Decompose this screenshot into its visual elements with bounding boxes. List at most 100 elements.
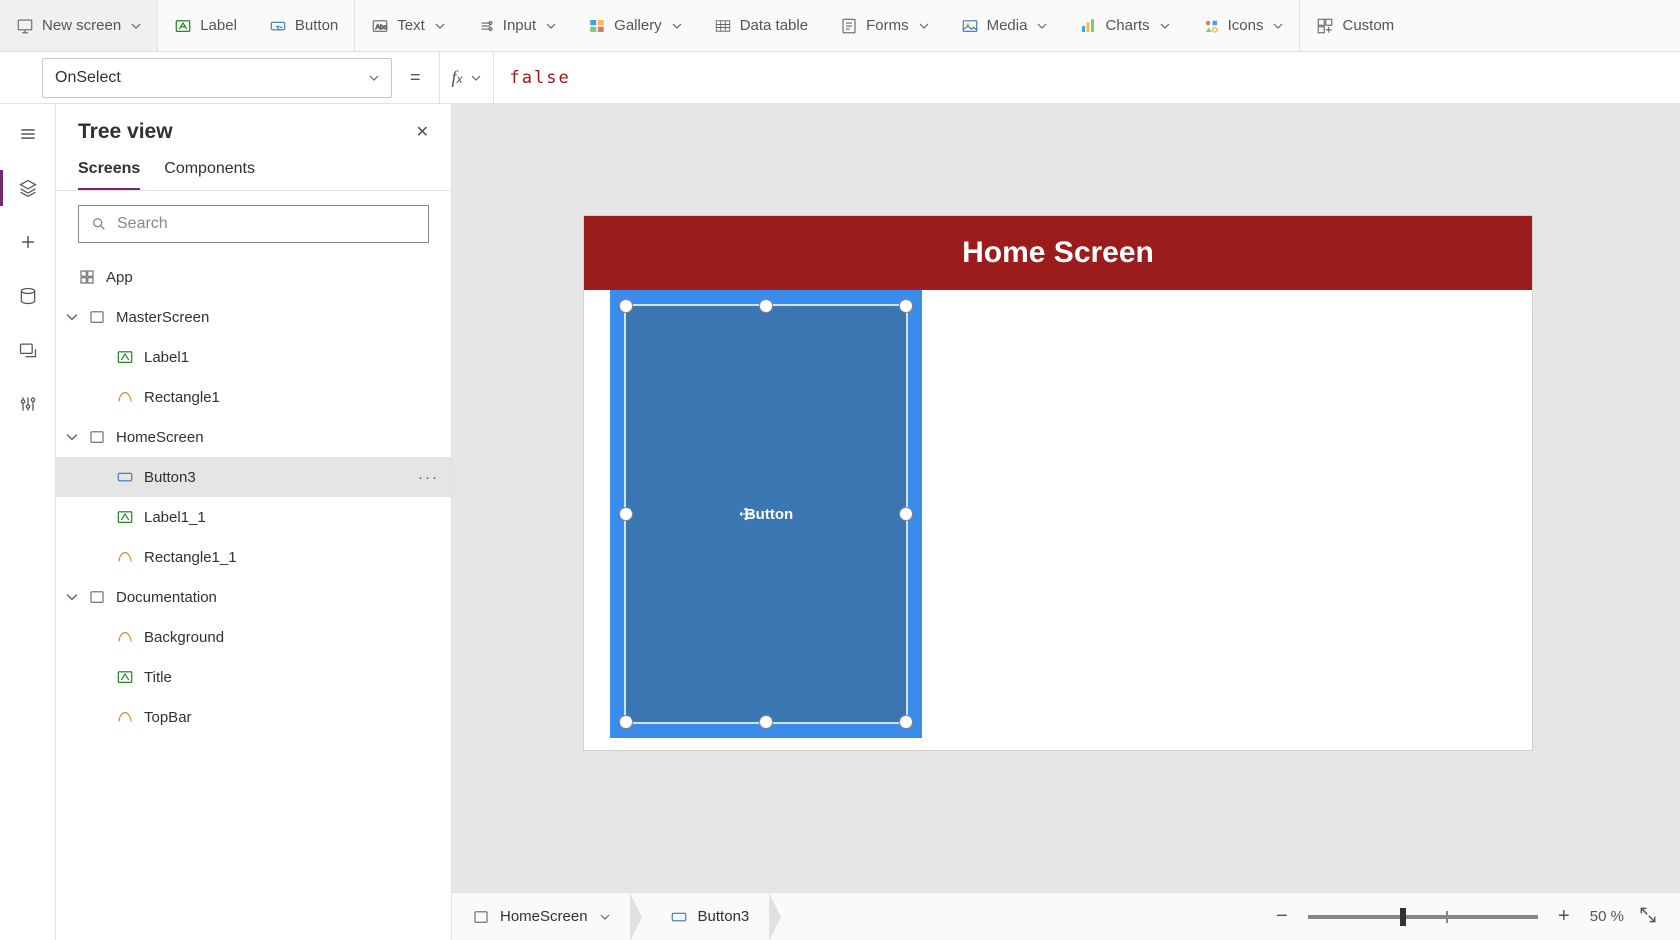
search-icon: [91, 216, 107, 232]
equals-sign: =: [392, 67, 439, 88]
label-node-icon: [116, 348, 134, 366]
breadcrumb-screen[interactable]: HomeScreen: [452, 893, 630, 940]
charts-icon: [1079, 17, 1097, 35]
formula-input[interactable]: false: [494, 68, 1680, 88]
resize-handle-br[interactable]: [899, 715, 913, 729]
button-icon: [269, 17, 287, 35]
rail-tree-view[interactable]: [6, 166, 50, 210]
resize-handle-ml[interactable]: [619, 507, 633, 521]
tree-node-rectangle1-1[interactable]: Rectangle1_1: [56, 537, 451, 577]
tree-view-panel: Tree view ✕ Screens Components Search Ap…: [56, 104, 452, 940]
gallery-menu[interactable]: Gallery: [572, 0, 698, 51]
breadcrumb-control[interactable]: Button3: [650, 893, 770, 940]
new-screen-label: New screen: [42, 17, 121, 34]
rail-data[interactable]: [6, 274, 50, 318]
chevron-down-icon: [546, 21, 556, 31]
tree-node-homescreen[interactable]: HomeScreen: [56, 417, 451, 457]
resize-handle-bm[interactable]: [759, 715, 773, 729]
chevron-down-icon: [66, 431, 78, 443]
resize-handle-mr[interactable]: [899, 507, 913, 521]
rectangle-node-icon: [116, 628, 134, 646]
zoom-out-button[interactable]: −: [1270, 905, 1294, 928]
tree-node-masterscreen[interactable]: MasterScreen: [56, 297, 451, 337]
move-cursor-icon: [738, 506, 754, 522]
tree-node-documentation[interactable]: Documentation: [56, 577, 451, 617]
label-node-icon: [116, 508, 134, 526]
custom-icon: [1316, 17, 1334, 35]
tree-view-title: Tree view: [78, 120, 173, 144]
rail-hamburger[interactable]: [6, 112, 50, 156]
input-menu[interactable]: Input: [461, 0, 572, 51]
label-icon: [174, 17, 192, 35]
screen-node-icon: [472, 908, 490, 926]
tree-node-rectangle1[interactable]: Rectangle1: [56, 377, 451, 417]
chevron-down-icon: [1037, 21, 1047, 31]
forms-menu[interactable]: Forms: [824, 0, 945, 51]
canvas-selected-button3[interactable]: Button: [610, 290, 922, 738]
canvas-title-bar[interactable]: Home Screen: [584, 216, 1532, 290]
resize-handle-tr[interactable]: [899, 299, 913, 313]
chevron-down-icon: [66, 591, 78, 603]
rail-settings[interactable]: [6, 382, 50, 426]
property-dropdown[interactable]: OnSelect: [42, 58, 392, 98]
fit-to-screen-button[interactable]: [1638, 905, 1658, 929]
tree-node-label1-1[interactable]: Label1_1: [56, 497, 451, 537]
icons-icon: [1202, 17, 1220, 35]
tab-components[interactable]: Components: [164, 160, 255, 190]
chevron-down-icon: [369, 73, 379, 83]
gallery-icon: [588, 17, 606, 35]
icons-menu[interactable]: Icons: [1186, 0, 1300, 51]
tree-search-input[interactable]: Search: [78, 205, 429, 243]
chevron-down-icon: [1273, 21, 1283, 31]
zoom-slider[interactable]: [1308, 915, 1538, 919]
tree-view-close[interactable]: ✕: [416, 122, 429, 142]
chevron-down-icon: [600, 912, 610, 922]
chevron-down-icon: [1160, 21, 1170, 31]
plus-icon: [18, 232, 38, 252]
rectangle-node-icon: [116, 548, 134, 566]
charts-menu[interactable]: Charts: [1063, 0, 1185, 51]
formula-bar: OnSelect = fx false: [0, 52, 1680, 104]
tab-screens[interactable]: Screens: [78, 160, 140, 190]
tree-node-topbar[interactable]: TopBar: [56, 697, 451, 737]
fx-button[interactable]: fx: [439, 52, 494, 103]
data-table-button[interactable]: Data table: [698, 0, 824, 51]
chevron-down-icon: [66, 311, 78, 323]
table-icon: [714, 17, 732, 35]
rail-insert[interactable]: [6, 220, 50, 264]
chevron-down-icon: [919, 21, 929, 31]
button-node-icon: [116, 468, 134, 486]
media-menu[interactable]: Media: [945, 0, 1064, 51]
tree-node-label1[interactable]: Label1: [56, 337, 451, 377]
rail-media[interactable]: [6, 328, 50, 372]
text-icon: Abc: [371, 17, 389, 35]
tree-node-title[interactable]: Title: [56, 657, 451, 697]
tree-node-button3[interactable]: Button3 ···: [56, 457, 451, 497]
zoom-in-button[interactable]: +: [1552, 905, 1576, 928]
chevron-down-icon: [435, 21, 445, 31]
hamburger-icon: [18, 124, 38, 144]
screen-node-icon: [88, 588, 106, 606]
button-button[interactable]: Button: [253, 0, 354, 51]
svg-text:Abc: Abc: [376, 24, 388, 31]
new-screen-button[interactable]: New screen: [0, 0, 157, 51]
canvas-screen-homescreen[interactable]: Home Screen Button: [584, 216, 1532, 750]
tree-node-app[interactable]: App: [56, 257, 451, 297]
data-icon: [18, 286, 38, 306]
design-canvas[interactable]: Home Screen Button: [452, 104, 1680, 940]
label-button[interactable]: Label: [158, 0, 253, 51]
resize-handle-bl[interactable]: [619, 715, 633, 729]
resize-handle-tl[interactable]: [619, 299, 633, 313]
rectangle-node-icon: [116, 708, 134, 726]
app-icon: [78, 268, 96, 286]
custom-button[interactable]: Custom: [1300, 0, 1410, 51]
sliders-icon: [18, 394, 38, 414]
tree-node-more[interactable]: ···: [418, 469, 439, 486]
resize-handle-tm[interactable]: [759, 299, 773, 313]
tree-node-background[interactable]: Background: [56, 617, 451, 657]
chevron-down-icon: [131, 21, 141, 31]
media-rail-icon: [18, 340, 38, 360]
forms-icon: [840, 17, 858, 35]
screen-icon: [16, 17, 34, 35]
text-menu[interactable]: Abc Text: [355, 0, 461, 51]
